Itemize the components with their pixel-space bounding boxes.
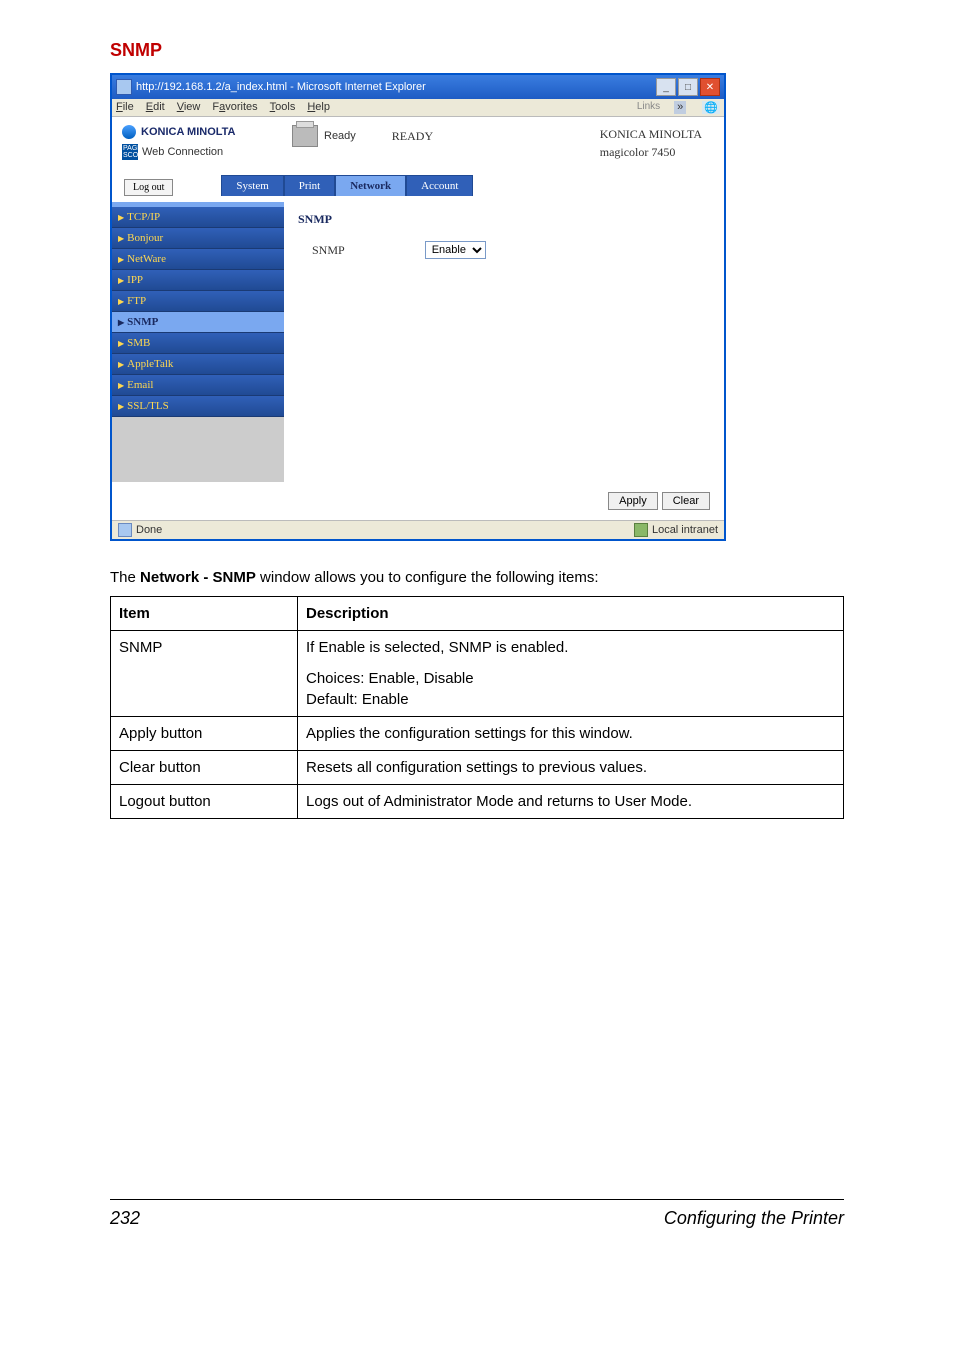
sidebar-item-ipp[interactable]: ▶IPP <box>112 270 284 291</box>
tab-network[interactable]: Network <box>335 175 406 196</box>
triangle-icon: ▶ <box>118 381 124 390</box>
menu-bar: File Edit View Favorites Tools Help Link… <box>112 99 724 117</box>
printer-icon <box>292 125 318 147</box>
status-ready: Ready <box>324 130 356 142</box>
browser-window: http://192.168.1.2/a_index.html - Micros… <box>110 73 726 541</box>
sidebar-item-netware[interactable]: ▶NetWare <box>112 249 284 270</box>
done-icon <box>118 523 132 537</box>
links-label: Links <box>637 101 660 114</box>
ie-icon <box>116 79 132 95</box>
sidebar-item-ssltls[interactable]: ▶SSL/TLS <box>112 396 284 417</box>
pagescope-icon: PAGE SCOPE <box>122 144 138 160</box>
page-footer: 232 Configuring the Printer <box>110 1199 844 1259</box>
maximize-button[interactable]: □ <box>678 78 698 96</box>
table-row: SNMP If Enable is selected, SNMP is enab… <box>111 631 844 717</box>
items-table: Item Description SNMP If Enable is selec… <box>110 596 844 819</box>
triangle-icon: ▶ <box>118 255 124 264</box>
sidebar: ▶TCP/IP ▶Bonjour ▶NetWare ▶IPP ▶FTP ▶SNM… <box>112 202 284 482</box>
intro-text: The Network - SNMP window allows you to … <box>110 569 844 586</box>
device-model: magicolor 7450 <box>600 143 702 161</box>
ie-throbber-icon: 🌐 <box>702 101 720 114</box>
device-info: KONICA MINOLTA magicolor 7450 <box>600 125 714 161</box>
page-number: 232 <box>110 1208 140 1229</box>
status-zone: Local intranet <box>652 524 718 536</box>
triangle-icon: ▶ <box>118 276 124 285</box>
section-heading: SNMP <box>110 40 844 61</box>
webconnection-label: Web Connection <box>142 146 223 158</box>
konica-logo: KONICA MINOLTA <box>122 125 292 139</box>
close-button[interactable]: ✕ <box>700 78 720 96</box>
sidebar-item-smb[interactable]: ▶SMB <box>112 333 284 354</box>
pane-title: SNMP <box>298 212 710 227</box>
menu-help[interactable]: Help <box>307 101 330 114</box>
links-chevron-icon[interactable]: » <box>674 101 686 114</box>
triangle-icon: ▶ <box>118 318 124 327</box>
triangle-icon: ▶ <box>118 360 124 369</box>
minimize-button[interactable]: _ <box>656 78 676 96</box>
status-done: Done <box>136 524 162 536</box>
window-title: http://192.168.1.2/a_index.html - Micros… <box>136 81 656 93</box>
globe-icon <box>122 125 136 139</box>
table-row: Apply button Applies the configuration s… <box>111 717 844 751</box>
status-ready-big: READY <box>392 129 433 144</box>
snmp-field-label: SNMP <box>312 243 345 258</box>
intranet-icon <box>634 523 648 537</box>
triangle-icon: ▶ <box>118 297 124 306</box>
brand-name: KONICA MINOLTA <box>141 126 236 138</box>
apply-button[interactable]: Apply <box>608 492 658 510</box>
logout-button[interactable]: Log out <box>124 179 173 196</box>
tab-system[interactable]: System <box>221 175 283 196</box>
triangle-icon: ▶ <box>118 234 124 243</box>
triangle-icon: ▶ <box>118 402 124 411</box>
triangle-icon: ▶ <box>118 213 124 222</box>
snmp-select[interactable]: Enable <box>425 241 486 259</box>
pagescope-logo: PAGE SCOPE Web Connection <box>122 144 292 160</box>
menu-edit[interactable]: Edit <box>146 101 165 114</box>
tab-print[interactable]: Print <box>284 175 335 196</box>
menu-view[interactable]: View <box>177 101 201 114</box>
sidebar-item-bonjour[interactable]: ▶Bonjour <box>112 228 284 249</box>
menu-tools[interactable]: Tools <box>270 101 296 114</box>
th-desc: Description <box>298 597 844 631</box>
device-brand: KONICA MINOLTA <box>600 125 702 143</box>
table-row: Logout button Logs out of Administrator … <box>111 785 844 819</box>
sidebar-item-tcpip[interactable]: ▶TCP/IP <box>112 207 284 228</box>
sidebar-item-ftp[interactable]: ▶FTP <box>112 291 284 312</box>
window-titlebar: http://192.168.1.2/a_index.html - Micros… <box>112 75 724 99</box>
clear-button[interactable]: Clear <box>662 492 710 510</box>
menu-favorites[interactable]: Favorites <box>212 101 257 114</box>
table-row: Clear button Resets all configuration se… <box>111 751 844 785</box>
menu-file[interactable]: File <box>116 101 134 114</box>
sidebar-item-appletalk[interactable]: ▶AppleTalk <box>112 354 284 375</box>
footer-title: Configuring the Printer <box>664 1208 844 1229</box>
sidebar-item-snmp[interactable]: ▶SNMP <box>112 312 284 333</box>
triangle-icon: ▶ <box>118 339 124 348</box>
tab-account[interactable]: Account <box>406 175 473 196</box>
sidebar-item-email[interactable]: ▶Email <box>112 375 284 396</box>
th-item: Item <box>111 597 298 631</box>
